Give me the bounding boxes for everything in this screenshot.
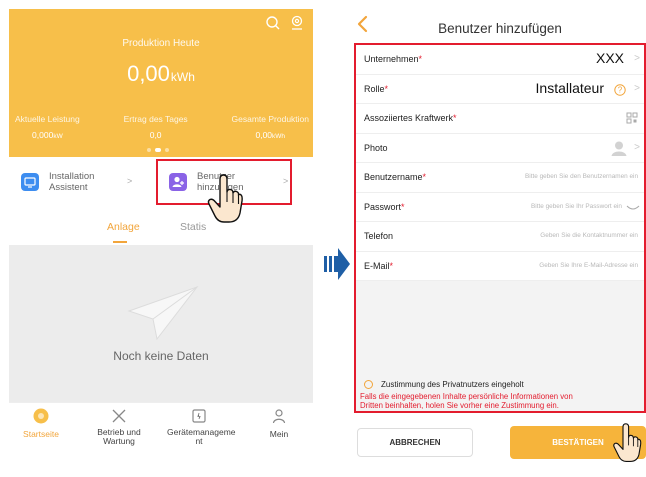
- nav-mein[interactable]: Mein: [247, 408, 311, 439]
- field-company[interactable]: Unternehmen* XXX >: [356, 45, 644, 75]
- field-password[interactable]: Passwort* Bitte geben Sie Ihr Passwort e…: [356, 193, 644, 222]
- nav-betrieb-wartung[interactable]: Betrieb und Wartung: [87, 408, 151, 446]
- page-title: Benutzer hinzufügen: [438, 21, 562, 36]
- username-placeholder: Bitte geben Sie den Benutzernamen ein: [525, 173, 638, 180]
- hand-pointer-icon: [207, 174, 243, 223]
- hand-pointer-icon: [613, 423, 642, 462]
- field-phone[interactable]: Telefon Geben Sie die Kontaktnummer ein: [356, 222, 644, 252]
- password-placeholder: Bitte geben Sie Ihr Passwort ein: [531, 202, 622, 210]
- chevron-right-icon: >: [634, 141, 640, 153]
- production-header: Produktion Heute 0,00kWh Aktuelle Leistu…: [9, 9, 313, 157]
- nav-startseite[interactable]: Startseite: [9, 408, 73, 439]
- eye-closed-icon[interactable]: [626, 205, 640, 212]
- help-icon[interactable]: ?: [614, 83, 626, 96]
- carousel-dots: [147, 148, 169, 152]
- tab-anlage[interactable]: Anlage: [107, 221, 140, 243]
- consent-label: Zustimmung des Privatnutzers eingeholt: [381, 380, 524, 389]
- consent-radio[interactable]: [364, 380, 373, 389]
- tools-icon: [111, 408, 127, 424]
- production-value: 0,00kWh: [127, 61, 195, 86]
- field-plant[interactable]: Assoziiertes Kraftwerk*: [356, 104, 644, 134]
- chevron-right-icon: >: [127, 176, 133, 186]
- role-value: Installateur: [535, 79, 604, 96]
- user-icon: [271, 408, 287, 424]
- phone-placeholder: Geben Sie die Kontaktnummer ein: [540, 232, 638, 239]
- company-value: XXX: [595, 50, 624, 66]
- installation-assistant-button[interactable]: Installation Assistent >: [21, 171, 132, 193]
- consent-section: Zustimmung des Privatnutzers eingeholt F…: [360, 380, 646, 410]
- email-placeholder: Geben Sie Ihre E-Mail-Adresse ein: [539, 261, 638, 269]
- svg-text:?: ?: [618, 85, 623, 94]
- cancel-button[interactable]: ABBRECHEN: [357, 428, 473, 457]
- add-user-screen: Benutzer hinzufügen Unternehmen* XXX > R…: [354, 9, 646, 464]
- device-icon: [191, 408, 207, 424]
- stat-current-power: Aktuelle Leistung 0,000kW: [15, 114, 80, 140]
- empty-state: Noch keine Daten: [9, 245, 313, 402]
- tab-statistik[interactable]: Statis: [180, 221, 206, 233]
- installation-icon: [21, 173, 39, 191]
- action-bar: ABBRECHEN BESTÄTIGEN: [354, 421, 646, 464]
- home-screen: Produktion Heute 0,00kWh Aktuelle Leistu…: [9, 9, 313, 454]
- bottom-navigation: Startseite Betrieb und Wartung Gerätemana…: [9, 402, 313, 454]
- chevron-right-icon: >: [634, 82, 640, 94]
- chevron-right-icon: >: [634, 53, 640, 64]
- field-email[interactable]: E-Mail* Geben Sie Ihre E-Mail-Adresse ei…: [356, 252, 644, 281]
- home-icon: [33, 408, 49, 424]
- flow-arrow-icon: [324, 248, 350, 280]
- qr-code-icon[interactable]: [626, 112, 638, 124]
- top-bar: Benutzer hinzufügen: [354, 9, 646, 43]
- consent-warning: Falls die eingegebenen Inhalte persönlic…: [360, 392, 573, 410]
- tab-bar: Anlage Statis: [9, 213, 313, 245]
- production-title: Produktion Heute: [122, 38, 200, 49]
- nav-geraetemanagement[interactable]: Gerätemanageme nt: [167, 408, 236, 446]
- avatar: [611, 141, 627, 156]
- stat-daily-yield: Ertrag des Tages 0,0: [123, 114, 188, 140]
- location-icon[interactable]: [289, 15, 305, 31]
- field-username[interactable]: Benutzername* Bitte geben Sie den Benutz…: [356, 163, 644, 193]
- stat-total-production: Gesamte Produktion 0,00kWh: [231, 114, 309, 140]
- user-form: Unternehmen* XXX > Rolle* Installateur ?…: [354, 43, 646, 413]
- empty-message: Noch keine Daten: [113, 349, 209, 363]
- paper-plane-icon: [127, 285, 199, 341]
- search-icon[interactable]: [265, 15, 281, 31]
- field-role[interactable]: Rolle* Installateur ? >: [356, 75, 644, 104]
- field-photo[interactable]: Photo >: [356, 134, 644, 163]
